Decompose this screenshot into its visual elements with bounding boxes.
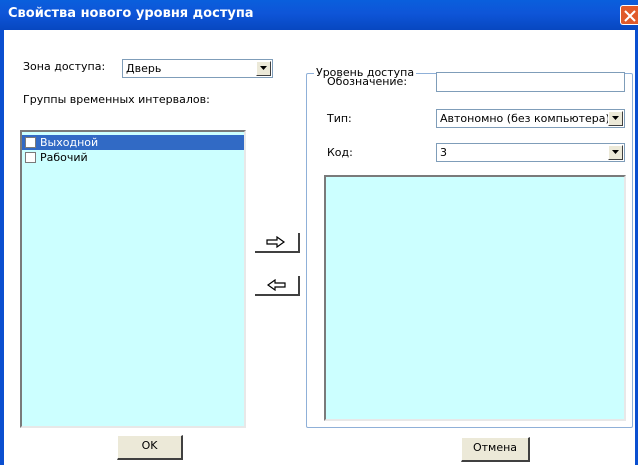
list-item[interactable]: Выходной	[22, 135, 244, 150]
type-value: Автономно (без компьютера)	[440, 112, 610, 125]
type-label: Тип:	[327, 112, 352, 125]
access-items-list[interactable]	[324, 175, 626, 421]
remove-button[interactable]	[255, 276, 300, 296]
type-combobox[interactable]: Автономно (без компьютера)	[436, 109, 625, 128]
checkbox[interactable]	[25, 137, 36, 148]
arrow-right-icon	[266, 236, 286, 248]
list-item-label: Выходной	[40, 136, 99, 149]
window-border-left	[0, 30, 4, 465]
type-dropdown-button[interactable]	[608, 111, 623, 126]
chevron-down-icon	[260, 66, 267, 70]
close-button[interactable]	[620, 5, 638, 25]
ok-button[interactable]: OK	[117, 435, 183, 460]
designation-field[interactable]	[436, 72, 625, 92]
chevron-down-icon	[612, 150, 619, 154]
cancel-button-label: Отмена	[472, 441, 518, 454]
code-dropdown-button[interactable]	[608, 145, 623, 160]
zone-dropdown-button[interactable]	[256, 61, 271, 76]
arrow-left-icon	[266, 279, 286, 291]
list-item-label: Рабочий	[40, 151, 88, 164]
chevron-down-icon	[612, 116, 619, 120]
zone-label: Зона доступа:	[23, 60, 106, 73]
code-combobox[interactable]: 3	[436, 143, 625, 162]
time-groups-list[interactable]: Выходной Рабочий	[20, 130, 246, 428]
window-title: Свойства нового уровня доступа	[8, 6, 254, 21]
add-button[interactable]	[255, 233, 300, 253]
cancel-button[interactable]: Отмена	[461, 437, 530, 462]
zone-value: Дверь	[126, 62, 162, 75]
checkbox[interactable]	[25, 152, 36, 163]
list-item[interactable]: Рабочий	[22, 150, 244, 165]
zone-combobox[interactable]: Дверь	[122, 59, 273, 78]
code-label: Код:	[327, 146, 353, 159]
code-value: 3	[440, 146, 447, 159]
groups-label: Группы временных интервалов:	[23, 93, 210, 106]
close-icon	[624, 10, 636, 22]
ok-button-label: OK	[141, 439, 158, 452]
designation-label: Обозначение:	[327, 75, 408, 88]
